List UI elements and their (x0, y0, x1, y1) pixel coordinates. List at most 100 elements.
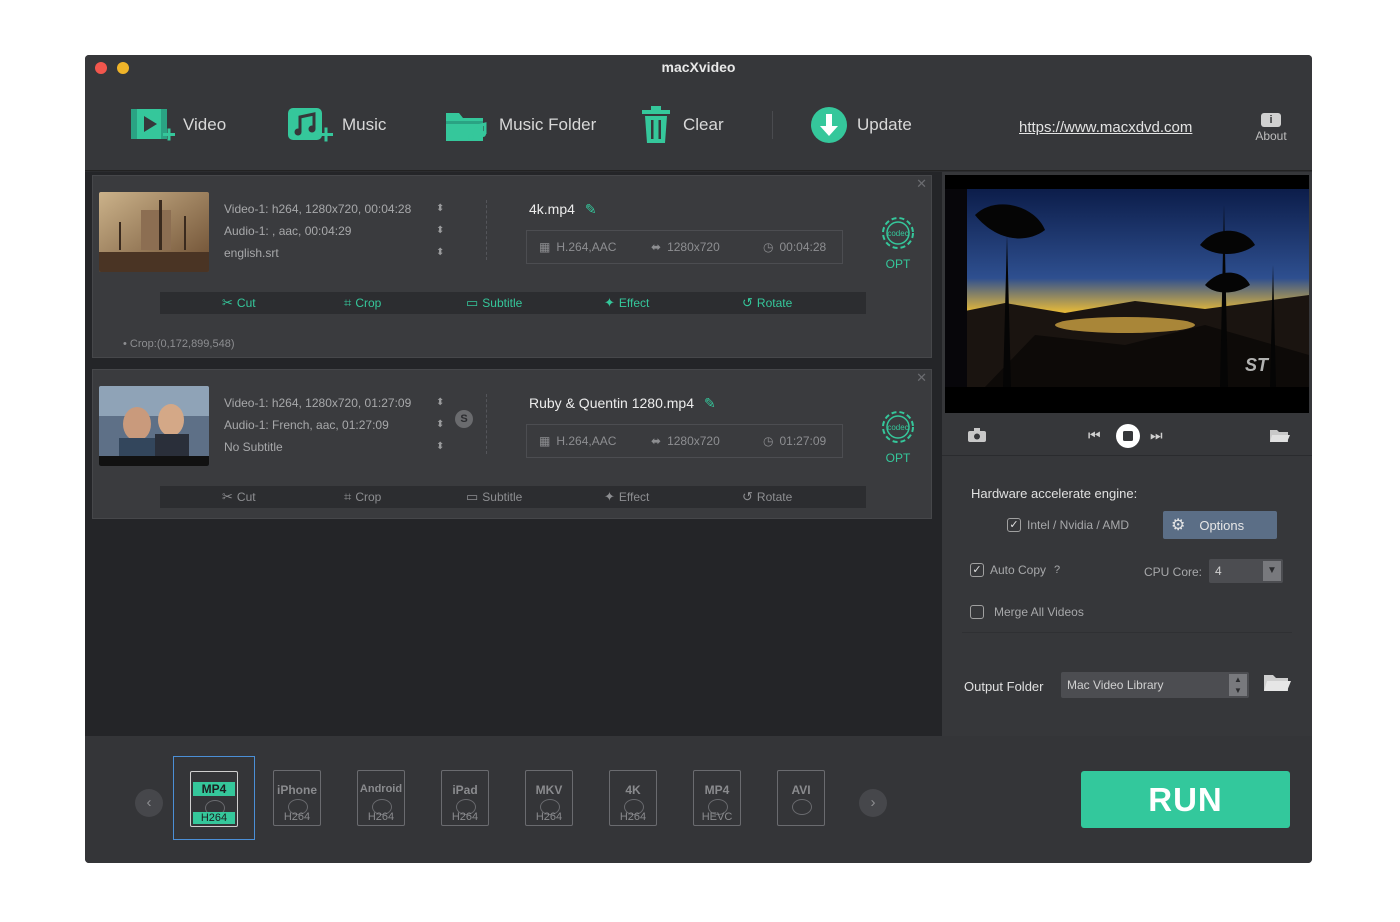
crop-button[interactable]: ⌗ Crop (344, 295, 381, 311)
clock-icon: ◷ (763, 434, 774, 448)
format-codec-label: H264 (535, 811, 563, 823)
cut-button[interactable]: ✂ Cut (222, 295, 256, 311)
format-ipad-h264[interactable]: iPad H264 (425, 756, 507, 840)
rotate-label: Rotate (756, 490, 793, 504)
snapshot-camera-icon[interactable] (968, 428, 986, 442)
edit-name-icon[interactable]: ✎ (704, 395, 716, 411)
cpu-core-label: CPU Core: (1144, 565, 1203, 579)
file-card-1[interactable]: ✕ Video-1: h264, 1280x720, 00:04:28 Audi… (92, 175, 932, 358)
file-card-2[interactable]: ✕ Video-1: h264, 1280x720, 01:27:09 Audi… (92, 369, 932, 519)
stop-button-icon[interactable] (1116, 424, 1140, 448)
file-format-icon: AVI (777, 770, 825, 826)
codec-spec: ▦ H.264,AAC (539, 434, 651, 448)
output-spec-1: ▦ H.264,AAC ⬌ 1280x720 ◷ 00:04:28 (526, 230, 843, 264)
video-track-stepper[interactable]: ⬍ (436, 392, 444, 414)
video-track-stepper[interactable]: ⬍ (436, 198, 444, 220)
effect-label: Effect (618, 490, 650, 504)
output-folder-select[interactable]: Mac Video Library ▲ ▼ (1061, 672, 1249, 698)
subtitle-badge[interactable]: S (455, 410, 473, 428)
scroll-left-button[interactable]: ‹ (135, 789, 163, 817)
window-title: macXvideo (661, 59, 736, 75)
format-codec-label: H264 (193, 812, 235, 824)
crop-button[interactable]: ⌗ Crop (344, 489, 381, 505)
format-mp4-h264[interactable]: MP4 H264 (173, 756, 255, 840)
open-folder-icon[interactable] (1270, 429, 1290, 443)
source-info-1: Video-1: h264, 1280x720, 00:04:28 Audio-… (224, 198, 411, 264)
format-iphone-h264[interactable]: iPhone H264 (257, 756, 339, 840)
opt-label: OPT (885, 257, 911, 271)
music-folder-label: Music Folder (499, 115, 597, 134)
format-mp4-hevc[interactable]: MP4 HEVC (677, 756, 759, 840)
settings-divider (962, 632, 1292, 633)
subtitle-track-stepper[interactable]: ⬍ (436, 436, 444, 458)
music-folder-icon (446, 113, 487, 141)
audio-track-stepper[interactable]: ⬍ (436, 220, 444, 242)
browse-folder-icon[interactable] (1263, 672, 1291, 694)
crop-label: Crop (355, 296, 382, 310)
clock-icon: ◷ (763, 240, 774, 254)
output-filename: Ruby & Quentin 1280.mp4 (529, 395, 694, 411)
run-button[interactable]: RUN (1081, 771, 1290, 828)
subtitle-icon: ▭ (466, 489, 479, 504)
video-preview[interactable]: ST (945, 175, 1309, 413)
output-name-1[interactable]: 4k.mp4 ✎ (529, 201, 597, 218)
format-type-label: iPhone (276, 783, 317, 797)
remove-file-icon[interactable]: ✕ (916, 370, 927, 386)
add-music-icon (288, 108, 333, 142)
remove-file-icon[interactable]: ✕ (916, 176, 927, 192)
options-button[interactable]: ⚙ Options (1163, 511, 1277, 539)
card-divider (486, 200, 487, 260)
add-video-button[interactable]: Video (129, 101, 226, 149)
format-avi[interactable]: AVI (761, 756, 843, 840)
card-divider (486, 394, 487, 454)
format-android-h264[interactable]: Android H264 (341, 756, 423, 840)
duration-spec-text: 00:04:28 (779, 240, 827, 254)
rotate-button[interactable]: ↺ Rotate (742, 489, 792, 505)
audio-track-info: Audio-1: , aac, 00:04:29 (224, 224, 352, 238)
subtitle-button[interactable]: ▭ Subtitle (466, 489, 522, 505)
codec-icon-text: codec (887, 229, 908, 238)
about-button[interactable]: i About (1251, 113, 1291, 143)
duration-spec: ◷ 01:27:09 (763, 434, 826, 448)
format-4k-h264[interactable]: 4K H264 (593, 756, 675, 840)
codec-options-button[interactable]: codec OPT (876, 406, 920, 465)
cut-button[interactable]: ✂ Cut (222, 489, 256, 505)
scroll-right-button[interactable]: › (859, 789, 887, 817)
track-selectors-1: ⬍ ⬍ ⬍ (436, 198, 444, 264)
next-icon[interactable]: ⏭ (1150, 427, 1163, 444)
add-music-button[interactable]: Music (286, 101, 386, 149)
effect-button[interactable]: ✦ Effect (604, 489, 649, 505)
video-track-info: Video-1: h264, 1280x720, 00:04:28 (224, 202, 412, 216)
add-music-folder-button[interactable]: Music Folder (443, 101, 596, 149)
crop-label: Crop (355, 490, 382, 504)
output-filename: 4k.mp4 (529, 201, 575, 217)
cpu-core-select[interactable]: 4 ▼ (1209, 559, 1283, 583)
preview-frame: ST (945, 175, 1309, 413)
previous-icon[interactable]: ⏮ (1088, 427, 1101, 444)
format-mkv-h264[interactable]: MKV H264 (509, 756, 591, 840)
subtitle-track-stepper[interactable]: ⬍ (436, 242, 444, 264)
update-button[interactable]: Update (809, 101, 912, 149)
subtitle-button[interactable]: ▭ Subtitle (466, 295, 522, 311)
output-name-2[interactable]: Ruby & Quentin 1280.mp4 ✎ (529, 395, 716, 412)
playback-controls: ⏮ ⏭ (942, 416, 1312, 456)
scissors-icon: ✂ (222, 489, 233, 504)
effect-button[interactable]: ✦ Effect (604, 295, 649, 311)
clear-label: Clear (683, 115, 724, 134)
clear-button[interactable]: Clear (639, 101, 724, 149)
track-selectors-2: ⬍ ⬍ ⬍ (436, 392, 444, 458)
resolution-spec-text: 1280x720 (667, 240, 720, 254)
subtitle-icon: ▭ (466, 295, 479, 310)
duration-spec: ◷ 00:04:28 (763, 240, 826, 254)
merge-videos-checkbox[interactable]: Merge All Videos (970, 605, 1084, 619)
auto-copy-checkbox[interactable]: ✓ Auto Copy ? (970, 563, 1060, 577)
help-icon[interactable]: ? (1054, 564, 1060, 576)
website-link[interactable]: https://www.macxdvd.com (1019, 119, 1192, 136)
format-bar: ‹ MP4 H264 iPhone H264 Android H264 iPad… (85, 736, 1312, 863)
edit-name-icon[interactable]: ✎ (585, 201, 597, 217)
intel-nvidia-amd-checkbox[interactable]: ✓ Intel / Nvidia / AMD (1007, 518, 1129, 532)
chevron-down-icon: ▼ (1263, 561, 1281, 581)
audio-track-stepper[interactable]: ⬍ (436, 414, 444, 436)
rotate-button[interactable]: ↺ Rotate (742, 295, 792, 311)
codec-options-button[interactable]: codec OPT (876, 212, 920, 271)
